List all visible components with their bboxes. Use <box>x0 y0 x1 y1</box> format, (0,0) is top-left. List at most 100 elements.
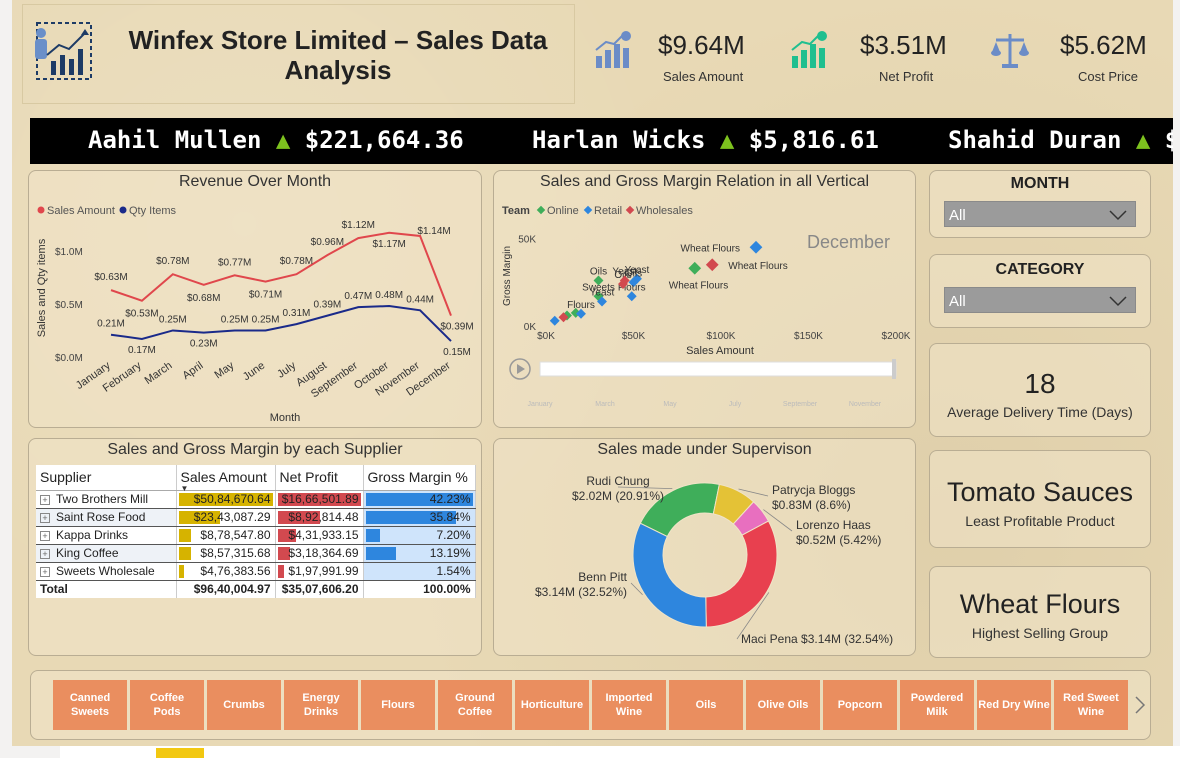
table-cell: 13.19% <box>363 544 476 563</box>
category-button[interactable]: Horticulture <box>515 680 589 730</box>
point-label: Wheat Flours <box>681 243 740 254</box>
category-button[interactable]: Oils <box>669 680 743 730</box>
table-cell: $3,18,364.69 <box>275 544 364 563</box>
table-row[interactable]: + Saint Rose Food $23,43,087.29 $8,92,814.4… <box>36 508 476 527</box>
y-tick-label: 50K <box>518 235 536 246</box>
kpi-cost-value: $5.62M <box>1060 30 1147 60</box>
data-label: 0.23M <box>190 339 218 350</box>
point-label: Yeast <box>590 288 615 299</box>
category-button[interactable]: Olive Oils <box>746 680 820 730</box>
least-profitable-label: Least Profitable Product <box>965 513 1115 529</box>
cell-value: $50,84,670.64 <box>193 492 271 506</box>
table-cell: $23,43,087.29 <box>176 508 276 527</box>
donut-chart: Rudi Chung$2.02M (20.91%) Patrycja Bloggs… <box>535 474 893 646</box>
table-row[interactable]: + Sweets Wholesale $4,76,383.56 $1,97,991.9… <box>36 562 476 581</box>
legend-label: Retail <box>594 205 622 217</box>
data-label: $1.14M <box>417 226 450 237</box>
supplier-name: Two Brothers Mill <box>56 492 149 506</box>
scale-icon <box>991 34 1029 68</box>
expand-icon[interactable]: + <box>40 512 50 523</box>
table-cell: + King Coffee <box>36 544 177 563</box>
table-cell: $8,57,315.68 <box>176 544 276 563</box>
table-cell: + Two Brothers Mill <box>36 490 177 509</box>
revenue-panel: Revenue Over Month Sales Amount Qty Items… <box>28 170 482 428</box>
point-label: Oils <box>590 267 607 278</box>
col-supplier[interactable]: Supplier <box>36 465 177 491</box>
data-label: 0.17M <box>128 345 156 356</box>
data-label: 0.15M <box>443 347 471 358</box>
slice-label: Maci Pena $3.14M (32.54%) <box>741 632 893 646</box>
legend-marker <box>583 205 593 215</box>
table-row[interactable]: + Two Brothers Mill $50,84,670.64 $16,66,50… <box>36 490 476 509</box>
category-dropdown[interactable]: All <box>944 287 1136 313</box>
supplier-name: Saint Rose Food <box>56 510 146 524</box>
page-tab-indicator[interactable] <box>156 748 204 758</box>
cell-value: $4,31,933.15 <box>288 528 359 542</box>
delivery-value: 18 <box>1024 368 1056 399</box>
category-button[interactable]: Energy Drinks <box>284 680 358 730</box>
table-cell: + Saint Rose Food <box>36 508 177 527</box>
table-cell: $16,66,501.89 <box>275 490 364 509</box>
supplier-title: Sales and Gross Margin by each Supplier <box>107 441 403 458</box>
category-button[interactable]: Ground Coffee <box>438 680 512 730</box>
category-button[interactable]: Popcorn <box>823 680 897 730</box>
expand-icon[interactable]: + <box>40 494 50 505</box>
category-button[interactable]: Powdered Milk <box>900 680 974 730</box>
donut-slice <box>705 520 778 628</box>
data-label: 0.25M <box>221 314 249 325</box>
col-sales-amount[interactable]: Sales Amount ▼ <box>176 465 276 493</box>
slice-label: $0.83M (8.6%) <box>772 498 851 512</box>
category-button[interactable]: Crumbs <box>207 680 281 730</box>
legend-title: Team <box>502 205 530 217</box>
play-tick-label: May <box>663 401 677 408</box>
expand-icon[interactable]: + <box>40 530 50 541</box>
slice-label: $0.52M (5.42%) <box>796 533 881 547</box>
month-slicer-title: MONTH <box>1010 175 1070 192</box>
legend-label: Qty Items <box>129 205 177 217</box>
category-button[interactable]: Coffee Pods <box>130 680 204 730</box>
play-tick-label: September <box>783 401 818 408</box>
expand-icon[interactable]: + <box>40 566 50 577</box>
legend-marker <box>536 205 546 215</box>
x-tick-label: $0K <box>537 331 555 342</box>
cell-value: $8,57,315.68 <box>200 546 271 560</box>
x-tick-label: June <box>241 360 267 384</box>
table-row[interactable]: + King Coffee $8,57,315.68 $3,18,364.69 13.1… <box>36 544 476 563</box>
table-cell: $1,97,991.99 <box>275 562 364 581</box>
col-net-profit[interactable]: Net Profit <box>275 465 364 491</box>
total-cell: $96,40,004.97 <box>176 580 276 598</box>
data-label: 0.44M <box>406 294 434 305</box>
data-label: 0.31M <box>283 308 311 319</box>
month-dropdown[interactable]: All <box>944 201 1136 227</box>
data-label: $0.68M <box>187 293 220 304</box>
legend-label: Online <box>547 205 579 217</box>
point-label: Wheat Flours <box>728 261 787 272</box>
data-bar <box>365 546 397 560</box>
cell-value: $8,92,814.48 <box>288 510 359 524</box>
header-box: Winfex Store Limited – Sales Data Analys… <box>22 4 575 104</box>
category-button[interactable]: Red Sweet Wine <box>1054 680 1128 730</box>
kpi-profit-label: Net Profit <box>879 69 934 84</box>
play-tick-label: July <box>729 401 742 408</box>
category-button[interactable]: Canned Sweets <box>53 680 127 730</box>
col-gross-margin[interactable]: Gross Margin % <box>363 465 476 491</box>
category-button[interactable]: Flours <box>361 680 435 730</box>
kpi-sales-label: Sales Amount <box>663 69 744 84</box>
month-dropdown-value: All <box>949 207 966 224</box>
chevron-right-icon[interactable] <box>1133 695 1147 715</box>
play-track <box>539 361 897 377</box>
chart-up-icon <box>595 31 631 68</box>
x-tick-label: March <box>143 360 175 387</box>
total-row: Total $96,40,004.97 $35,07,606.20 100.00% <box>36 580 476 598</box>
supplier-name: Kappa Drinks <box>56 528 129 542</box>
data-label: $0.77M <box>218 257 251 268</box>
data-label: 0.25M <box>159 314 187 325</box>
category-button[interactable]: Red Dry Wine <box>977 680 1051 730</box>
category-button[interactable]: Imported Wine <box>592 680 666 730</box>
expand-icon[interactable]: + <box>40 548 50 559</box>
kpi-sales-value: $9.64M <box>658 30 745 60</box>
y-tick-label: 0K <box>524 322 537 333</box>
donut-panel: Sales made under Supervison Rudi Chung $2… <box>493 438 916 656</box>
cell-value: 35.84% <box>429 510 471 524</box>
table-row[interactable]: + Kappa Drinks $8,78,547.80 $4,31,933.15 7.2… <box>36 526 476 545</box>
